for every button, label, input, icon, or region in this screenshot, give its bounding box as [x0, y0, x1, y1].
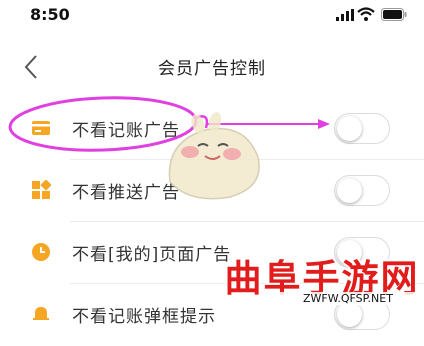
status-bar: 8:50 — [0, 0, 424, 32]
wifi-icon — [357, 7, 375, 21]
setting-label: 不看[我的]页面广告 — [72, 245, 232, 265]
setting-label: 不看记账弹框提示 — [72, 307, 216, 327]
card-icon — [32, 121, 50, 135]
bell-icon — [33, 307, 49, 320]
watermark-url: ZWFW.QFSP.NET — [274, 292, 422, 305]
grid-icon — [32, 180, 51, 199]
page-title: 会员广告控制 — [158, 59, 266, 79]
nav-bar: 会员广告控制 — [0, 38, 424, 94]
cellular-signal-icon — [336, 9, 354, 21]
mascot-image — [168, 112, 260, 200]
toggle-push-ads[interactable] — [334, 175, 390, 206]
toggle-knob — [337, 178, 362, 203]
toggle-knob — [337, 116, 362, 141]
battery-icon — [381, 8, 407, 21]
toggle-bookkeeping-ads[interactable] — [334, 113, 390, 144]
status-time: 8:50 — [30, 5, 70, 24]
watermark: 曲阜手游网 ZWFW.QFSP.NET — [222, 248, 422, 308]
clock-icon — [32, 243, 50, 261]
